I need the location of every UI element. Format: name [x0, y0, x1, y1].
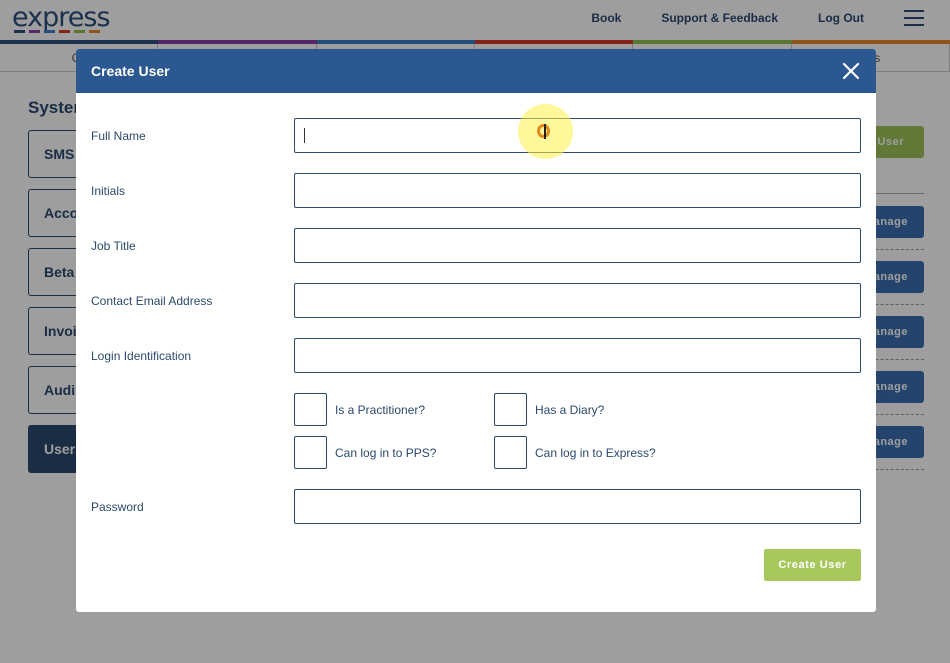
login-id-input[interactable]: [294, 338, 861, 373]
express-checkbox-group[interactable]: Can log in to Express?: [494, 436, 656, 469]
pps-checkbox-group[interactable]: Can log in to PPS?: [294, 436, 436, 469]
practitioner-checkbox[interactable]: [294, 393, 327, 426]
text-caret: [304, 128, 305, 143]
login-id-label: Login Identification: [91, 349, 192, 363]
password-row: Password: [91, 489, 861, 525]
login-id-row: Login Identification: [91, 338, 861, 374]
initials-row: Initials: [91, 173, 861, 209]
job-title-input[interactable]: [294, 228, 861, 263]
initials-label: Initials: [91, 184, 126, 198]
full-name-input[interactable]: [294, 118, 861, 153]
password-input[interactable]: [294, 489, 861, 524]
full-name-label: Full Name: [91, 129, 146, 143]
diary-checkbox-group[interactable]: Has a Diary?: [494, 393, 604, 426]
full-name-row: Full Name: [91, 118, 861, 154]
job-title-row: Job Title: [91, 228, 861, 264]
job-title-label: Job Title: [91, 239, 136, 253]
create-user-dialog: Create User Full Name Initials Job Title…: [76, 49, 876, 612]
email-input[interactable]: [294, 283, 861, 318]
initials-input[interactable]: [294, 173, 861, 208]
email-label: Contact Email Address: [91, 294, 213, 308]
diary-checkbox[interactable]: [494, 393, 527, 426]
pps-checkbox[interactable]: [294, 436, 327, 469]
diary-label[interactable]: Has a Diary?: [535, 403, 604, 417]
practitioner-label[interactable]: Is a Practitioner?: [335, 403, 425, 417]
express-checkbox[interactable]: [494, 436, 527, 469]
email-row: Contact Email Address: [91, 283, 861, 319]
dialog-title: Create User: [91, 63, 170, 79]
close-icon[interactable]: [841, 61, 861, 81]
practitioner-checkbox-group[interactable]: Is a Practitioner?: [294, 393, 425, 426]
pps-label[interactable]: Can log in to PPS?: [335, 446, 436, 460]
password-label: Password: [91, 500, 144, 514]
close-icon-glyph: [842, 62, 860, 80]
create-user-button[interactable]: Create User: [764, 549, 861, 581]
dialog-header: Create User: [76, 49, 876, 93]
express-label[interactable]: Can log in to Express?: [535, 446, 656, 460]
